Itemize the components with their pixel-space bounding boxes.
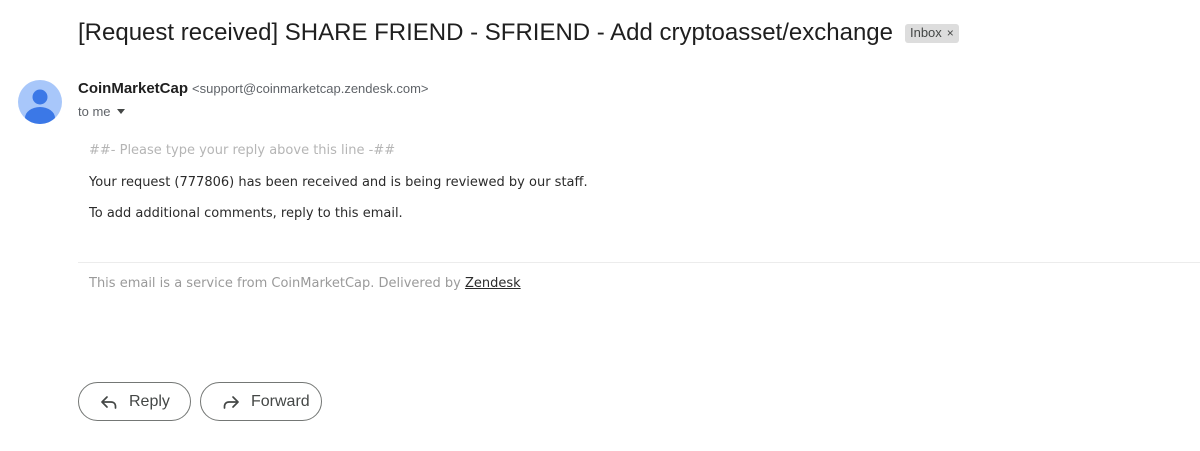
sender-line: CoinMarketCap <support@coinmarketcap.zen… bbox=[78, 80, 429, 97]
recipient-label: to me bbox=[78, 104, 111, 119]
zendesk-link[interactable]: Zendesk bbox=[465, 276, 521, 291]
body-line-comments: To add additional comments, reply to thi… bbox=[89, 206, 403, 221]
recipient-details-toggle[interactable]: to me bbox=[78, 104, 125, 119]
reply-label: Reply bbox=[129, 392, 170, 410]
footer-divider bbox=[78, 262, 1200, 263]
person-icon bbox=[25, 89, 55, 124]
email-view: [Request received] SHARE FRIEND - SFRIEN… bbox=[0, 0, 1200, 451]
inbox-label-text: Inbox bbox=[909, 25, 942, 40]
reply-button[interactable]: Reply bbox=[78, 382, 191, 421]
email-footer: This email is a service from CoinMarketC… bbox=[89, 276, 521, 291]
subject-row: [Request received] SHARE FRIEND - SFRIEN… bbox=[78, 16, 959, 50]
sender-name[interactable]: CoinMarketCap bbox=[78, 80, 188, 97]
reply-marker-text: ##- Please type your reply above this li… bbox=[89, 143, 396, 158]
caret-down-icon[interactable] bbox=[116, 109, 125, 114]
remove-label-icon[interactable]: × bbox=[947, 24, 954, 42]
message-actions: Reply Forward bbox=[78, 382, 322, 421]
reply-arrow-icon bbox=[99, 392, 119, 412]
forward-button[interactable]: Forward bbox=[200, 382, 322, 421]
sender-avatar[interactable] bbox=[18, 80, 62, 124]
email-subject: [Request received] SHARE FRIEND - SFRIEN… bbox=[78, 19, 893, 46]
forward-arrow-icon bbox=[221, 392, 241, 412]
inbox-label-chip[interactable]: Inbox × bbox=[904, 23, 959, 43]
footer-text: This email is a service from CoinMarketC… bbox=[89, 276, 465, 291]
body-line-request: Your request (777806) has been received … bbox=[89, 175, 588, 190]
email-body: ##- Please type your reply above this li… bbox=[89, 143, 588, 221]
forward-label: Forward bbox=[251, 392, 310, 410]
sender-email: <support@coinmarketcap.zendesk.com> bbox=[192, 81, 429, 96]
